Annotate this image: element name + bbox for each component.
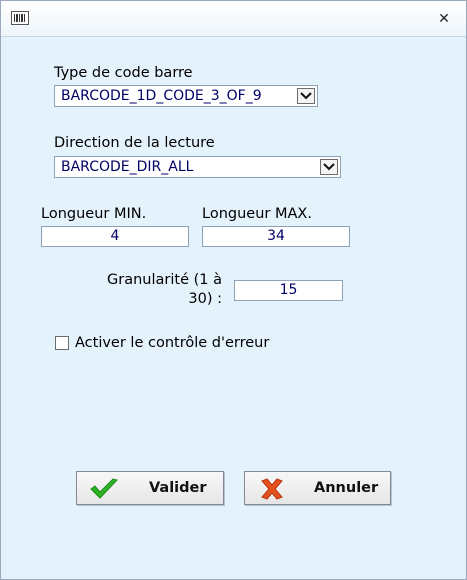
max-length-label: Longueur MAX. xyxy=(202,206,312,222)
max-length-input[interactable]: 34 xyxy=(202,226,350,247)
barcode-type-select[interactable]: BARCODE_1D_CODE_3_OF_9 xyxy=(54,85,318,107)
barcode-icon xyxy=(11,11,29,25)
granularity-label-line2: 30) : xyxy=(188,291,222,307)
barcode-settings-dialog: ✕ Type de code barre BARCODE_1D_CODE_3_O… xyxy=(0,0,467,580)
error-check-checkbox[interactable] xyxy=(55,336,69,350)
validate-label: Valider xyxy=(149,480,207,496)
cancel-label: Annuler xyxy=(314,480,379,496)
close-icon[interactable]: ✕ xyxy=(435,10,453,28)
validate-button[interactable]: Valider xyxy=(76,471,224,505)
min-length-input[interactable]: 4 xyxy=(41,226,189,247)
granularity-input[interactable]: 15 xyxy=(234,280,343,301)
cross-icon xyxy=(261,478,283,500)
chevron-down-icon[interactable] xyxy=(297,88,315,104)
reading-direction-value: BARCODE_DIR_ALL xyxy=(61,159,194,175)
checkmark-icon xyxy=(90,478,118,499)
reading-direction-label: Direction de la lecture xyxy=(54,135,215,151)
barcode-type-label: Type de code barre xyxy=(54,65,193,81)
error-check-label[interactable]: Activer le contrôle d'erreur xyxy=(75,335,269,351)
title-bar[interactable]: ✕ xyxy=(1,1,466,37)
reading-direction-select[interactable]: BARCODE_DIR_ALL xyxy=(54,156,341,178)
barcode-type-value: BARCODE_1D_CODE_3_OF_9 xyxy=(61,88,262,104)
cancel-button[interactable]: Annuler xyxy=(244,471,391,505)
min-length-label: Longueur MIN. xyxy=(41,206,147,222)
dialog-body: Type de code barre BARCODE_1D_CODE_3_OF_… xyxy=(1,37,466,579)
chevron-down-icon[interactable] xyxy=(320,159,338,175)
granularity-label-line1: Granularité (1 à xyxy=(107,272,222,288)
